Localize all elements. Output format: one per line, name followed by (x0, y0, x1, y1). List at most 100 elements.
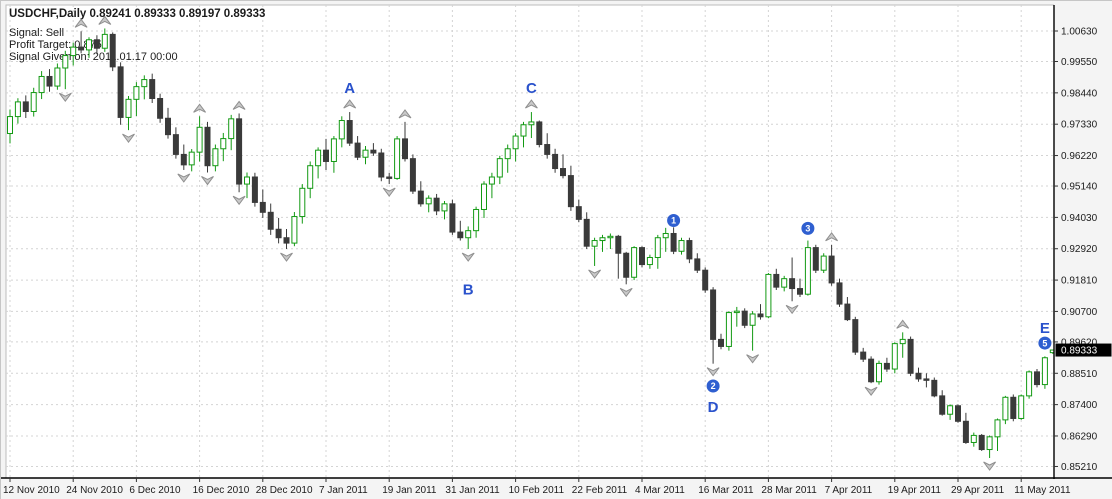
usdchf-daily-price-chart[interactable]: USDCHF,Daily 0.89241 0.89333 0.89197 0.8… (1, 1, 1112, 499)
bear-candle-body (687, 241, 692, 259)
price-tick-label: 0.97330 (1061, 120, 1098, 131)
bear-candle-body (284, 238, 289, 243)
bear-candle-body (758, 314, 763, 317)
date-tick-label: 7 Apr 2011 (825, 485, 873, 496)
bear-candle-body (932, 380, 937, 396)
signal-line: Signal: Sell (9, 27, 64, 39)
price-tick-label: 0.90700 (1061, 307, 1098, 318)
bull-candle-body (632, 248, 637, 278)
bear-candle-body (276, 229, 281, 237)
bull-candle-body (363, 150, 368, 157)
bear-candle-body (956, 406, 961, 422)
bear-candle-body (252, 177, 257, 202)
bull-candle-body (134, 87, 139, 100)
bear-candle-body (576, 207, 581, 220)
bull-candle-body (292, 217, 297, 244)
bear-candle-body (798, 289, 803, 295)
bear-candle-body (711, 290, 716, 339)
bear-candle-body (963, 421, 968, 442)
bull-candle-body (1027, 372, 1032, 396)
bull-candle-body (126, 99, 131, 117)
bull-candle-body (213, 149, 218, 166)
bull-candle-body (750, 314, 755, 325)
wave-letter-D: D (708, 399, 719, 416)
bull-candle-body (513, 136, 518, 149)
bull-candle-body (300, 188, 305, 216)
date-tick-label: 7 Jan 2011 (319, 485, 368, 496)
date-tick-label: 28 Dec 2010 (256, 485, 313, 496)
bear-candle-body (181, 154, 186, 164)
bear-candle-body (387, 177, 392, 178)
bull-candle-body (442, 204, 447, 211)
bear-candle-body (553, 154, 558, 168)
bear-candle-body (47, 76, 52, 86)
bull-candle-body (766, 274, 771, 316)
bull-candle-body (805, 248, 810, 295)
date-tick-label: 19 Jan 2011 (382, 485, 437, 496)
symbol-ohlc-line: USDCHF,Daily 0.89241 0.89333 0.89197 0.8… (9, 8, 265, 20)
date-tick-label: 6 Dec 2010 (129, 485, 181, 496)
price-tick-label: 0.87400 (1061, 400, 1098, 411)
bull-candle-body (1042, 358, 1047, 385)
date-tick-label: 22 Feb 2011 (572, 485, 628, 496)
bull-candle-body (339, 121, 344, 139)
bear-candle-body (584, 219, 589, 246)
bear-candle-body (410, 159, 415, 191)
price-tick-label: 1.00630 (1061, 27, 1098, 38)
bear-candle-body (861, 352, 866, 359)
bull-candle-body (726, 313, 731, 347)
bear-candle-body (640, 248, 645, 265)
bear-candle-body (837, 283, 842, 304)
bull-candle-body (900, 339, 905, 343)
wave-letter-C: C (526, 80, 537, 97)
bull-candle-body (497, 159, 502, 177)
bull-candle-body (948, 406, 953, 414)
bear-candle-body (150, 80, 155, 99)
bear-candle-body (268, 212, 273, 229)
bear-candle-body (324, 150, 329, 161)
wave-letter-B: B (463, 281, 474, 298)
date-tick-label: 4 Mar 2011 (635, 485, 685, 496)
price-tick-label: 0.94030 (1061, 213, 1098, 224)
bear-candle-body (237, 119, 242, 184)
bull-candle-body (1003, 397, 1008, 420)
bear-candle-body (884, 363, 889, 369)
bull-candle-body (142, 80, 147, 87)
bull-candle-body (482, 184, 487, 209)
bull-candle-body (395, 139, 400, 179)
bull-candle-body (55, 68, 60, 86)
bull-candle-body (734, 311, 739, 312)
bear-candle-body (545, 145, 550, 155)
bear-candle-body (94, 40, 99, 48)
bull-candle-body (63, 56, 68, 68)
wave-number-text: 1 (671, 216, 676, 226)
date-tick-label: 16 Mar 2011 (698, 485, 754, 496)
date-tick-label: 24 Nov 2010 (66, 485, 123, 496)
plot-area[interactable] (6, 5, 1054, 478)
bull-candle-body (221, 139, 226, 149)
date-tick-label: 16 Dec 2010 (193, 485, 250, 496)
bull-candle-body (679, 241, 684, 252)
wave-number-text: 2 (711, 381, 716, 391)
bull-candle-body (15, 102, 20, 117)
date-tick-label: 12 Nov 2010 (3, 485, 60, 496)
bear-candle-body (166, 118, 171, 134)
bear-candle-body (379, 153, 384, 177)
wave-letter-A: A (344, 80, 355, 97)
bull-candle-body (521, 125, 526, 136)
price-tick-label: 0.86290 (1061, 431, 1098, 442)
bull-candle-body (39, 76, 44, 92)
bear-candle-body (616, 236, 621, 253)
bear-candle-body (537, 122, 542, 145)
bear-candle-body (774, 274, 779, 287)
date-tick-label: 19 Apr 2011 (888, 485, 942, 496)
bear-candle-body (458, 232, 463, 238)
bear-candle-body (853, 320, 858, 352)
price-tick-label: 0.85210 (1061, 462, 1098, 473)
bear-candle-body (845, 304, 850, 320)
bull-candle-body (529, 122, 534, 125)
bull-candle-body (197, 127, 202, 152)
bear-candle-body (924, 379, 929, 380)
bull-candle-body (71, 47, 76, 55)
bear-candle-body (908, 339, 913, 373)
